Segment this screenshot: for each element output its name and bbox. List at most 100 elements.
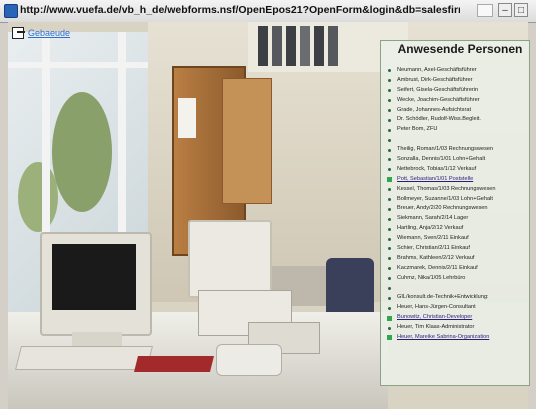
maximize-icon[interactable]: □ [514, 3, 528, 17]
person-row: Theilig, Roman/1/03 Rechnungswesen [386, 145, 526, 155]
telephone [216, 344, 282, 376]
person-row: Kessel, Thomas/1/03 Rechnungswesen [386, 185, 526, 195]
status-square-icon [387, 177, 392, 183]
bullet-icon [388, 326, 391, 330]
person-row: Siekmann, Sarah/2/14 Lager [386, 214, 526, 224]
person-name: Kessel, Thomas/1/03 Rechnungswesen [397, 185, 496, 192]
person-name: Theilig, Roman/1/03 Rechnungswesen [397, 146, 494, 153]
window-title: http://www.vuefa.de/vb_h_de/webforms.nsf… [20, 4, 460, 16]
binder [258, 26, 268, 66]
bullet-icon [388, 158, 391, 162]
tree [52, 92, 112, 212]
person-name: Heuer, Hans-Jürgen-Consultant [397, 304, 476, 311]
exit-label[interactable]: Gebaeude [28, 28, 70, 38]
person-row: Neumann, Axel-Geschäftsführer [386, 66, 526, 76]
person-name: Ambrust, Dirk-Geschäftsführer [397, 76, 473, 83]
person-row: Schier, Christian/2/11 Einkauf [386, 244, 526, 254]
person-name: Brahms, Kathleen/2/12 Verkauf [397, 254, 475, 261]
person-name: Breuer, Andy/2/20 Rechnungswesen [397, 205, 488, 212]
person-row: Wiemann, Sven/2/11 Einkauf [386, 234, 526, 244]
bullet-icon [388, 89, 391, 93]
person-name: Grade, Johannes-Aufsichtsrat [397, 106, 471, 113]
person-name: Cuhmz, Nika/1/05 Lehrbüro [397, 274, 466, 281]
panel-title: Anwesende Personen [397, 42, 523, 56]
person-row: Peter Bom, ZFU [386, 125, 526, 135]
person-row: Brahms, Kathleen/2/12 Verkauf [386, 254, 526, 264]
status-square-icon [387, 335, 392, 341]
person-list: Neumann, Axel-Geschäftsführer Ambrust, Di… [386, 66, 526, 343]
person-row: GIL/konsult.de-Technik+Entwicklung: [386, 293, 526, 303]
keyboard [15, 346, 153, 370]
person-row[interactable]: Pott, Sebastian/1/01 Poststelle [386, 175, 526, 185]
person-row: Heuer, Tim Klaas-Administrator [386, 323, 526, 333]
binder [286, 26, 296, 66]
person-name: Peter Bom, ZFU [397, 126, 438, 133]
minimize-icon[interactable]: – [498, 3, 512, 17]
mousepad [134, 356, 214, 372]
person-row: Ambrust, Dirk-Geschäftsführer [386, 76, 526, 86]
person-row: Hartling, Anja/2/12 Verkauf [386, 224, 526, 234]
person-row: Nettebrock, Tobias/1/12 Verkauf [386, 165, 526, 175]
person-row [386, 135, 526, 145]
bullet-icon [388, 99, 391, 103]
bullet-icon [388, 286, 391, 290]
person-name[interactable]: Pott, Sebastian/1/01 Poststelle [397, 175, 473, 185]
person-row: Cuhmz, Nika/1/05 Lehrbüro [386, 274, 526, 284]
person-name: Sonzalla, Dennis/1/01 Lohn+Gehalt [397, 156, 486, 163]
status-square-icon [387, 315, 392, 321]
bullet-icon [388, 277, 391, 281]
person-name[interactable]: Bunowitz, Christian-Developer [397, 313, 472, 323]
person-name: Heuer, Tim Klaas-Administrator [397, 324, 475, 331]
person-row[interactable]: Bunowitz, Christian-Developer [386, 313, 526, 323]
bullet-icon [388, 69, 391, 73]
browser-icon [4, 4, 18, 18]
person-row: Breuer, Andy/2/20 Rechnungswesen [386, 204, 526, 214]
bullet-icon [388, 128, 391, 132]
person-name: Schier, Christian/2/11 Einkauf [397, 245, 470, 252]
url-scroll-button[interactable] [477, 4, 493, 17]
monitor-screen [52, 244, 136, 310]
person-name: Hartling, Anja/2/12 Verkauf [397, 225, 464, 232]
second-monitor [188, 220, 272, 298]
exit-icon [12, 27, 25, 39]
person-name: GIL/konsult.de-Technik+Entwicklung: [397, 294, 489, 301]
person-name: Neumann, Axel-Geschäftsführer [397, 67, 477, 73]
bullet-icon [388, 227, 391, 231]
person-row: Grade, Johannes-Aufsichtsrat [386, 106, 526, 116]
bullet-icon [388, 247, 391, 251]
bullet-icon [388, 257, 391, 261]
person-name: Kaczmarek, Dennis/2/11 Einkauf [397, 264, 478, 271]
person-name: Bollmeyer, Suzanne/1/03 Lohn+Gehalt [397, 195, 493, 202]
address-bar: http://www.vuefa.de/vb_h_de/webforms.nsf… [0, 0, 536, 23]
cabinet-door [222, 78, 272, 204]
bullet-icon [388, 79, 391, 83]
binder [314, 26, 324, 66]
bullet-icon [388, 296, 391, 300]
person-row: Wecke, Joachim-Geschäftsführer [386, 96, 526, 106]
person-row: Seifert, Gisela-Geschäftsführerin [386, 86, 526, 96]
person-row: Bollmeyer, Suzanne/1/03 Lohn+Gehalt [386, 195, 526, 205]
bullet-icon [388, 237, 391, 241]
person-row[interactable]: Heuer, Mareike Sabrina-Organization [386, 333, 526, 343]
person-row [386, 284, 526, 294]
bullet-icon [388, 207, 391, 211]
bullet-icon [388, 306, 391, 310]
binder [328, 26, 338, 66]
binder [272, 26, 282, 66]
person-row: Kaczmarek, Dennis/2/11 Einkauf [386, 264, 526, 274]
bullet-icon [388, 108, 391, 112]
note-on-door [178, 98, 196, 138]
person-row: Heuer, Hans-Jürgen-Consultant [386, 303, 526, 313]
monitor-base [72, 332, 122, 346]
bullet-icon [388, 148, 391, 152]
tree [18, 162, 58, 232]
person-name: Siekmann, Sarah/2/14 Lager [397, 215, 469, 222]
window-frame [8, 62, 148, 68]
bullet-icon [388, 168, 391, 172]
person-name: Wiemann, Sven/2/11 Einkauf [397, 235, 469, 242]
bullet-icon [388, 118, 391, 122]
bullet-icon [388, 138, 391, 142]
bullet-icon [388, 197, 391, 201]
bullet-icon [388, 267, 391, 271]
person-name[interactable]: Heuer, Mareike Sabrina-Organization [397, 333, 489, 343]
